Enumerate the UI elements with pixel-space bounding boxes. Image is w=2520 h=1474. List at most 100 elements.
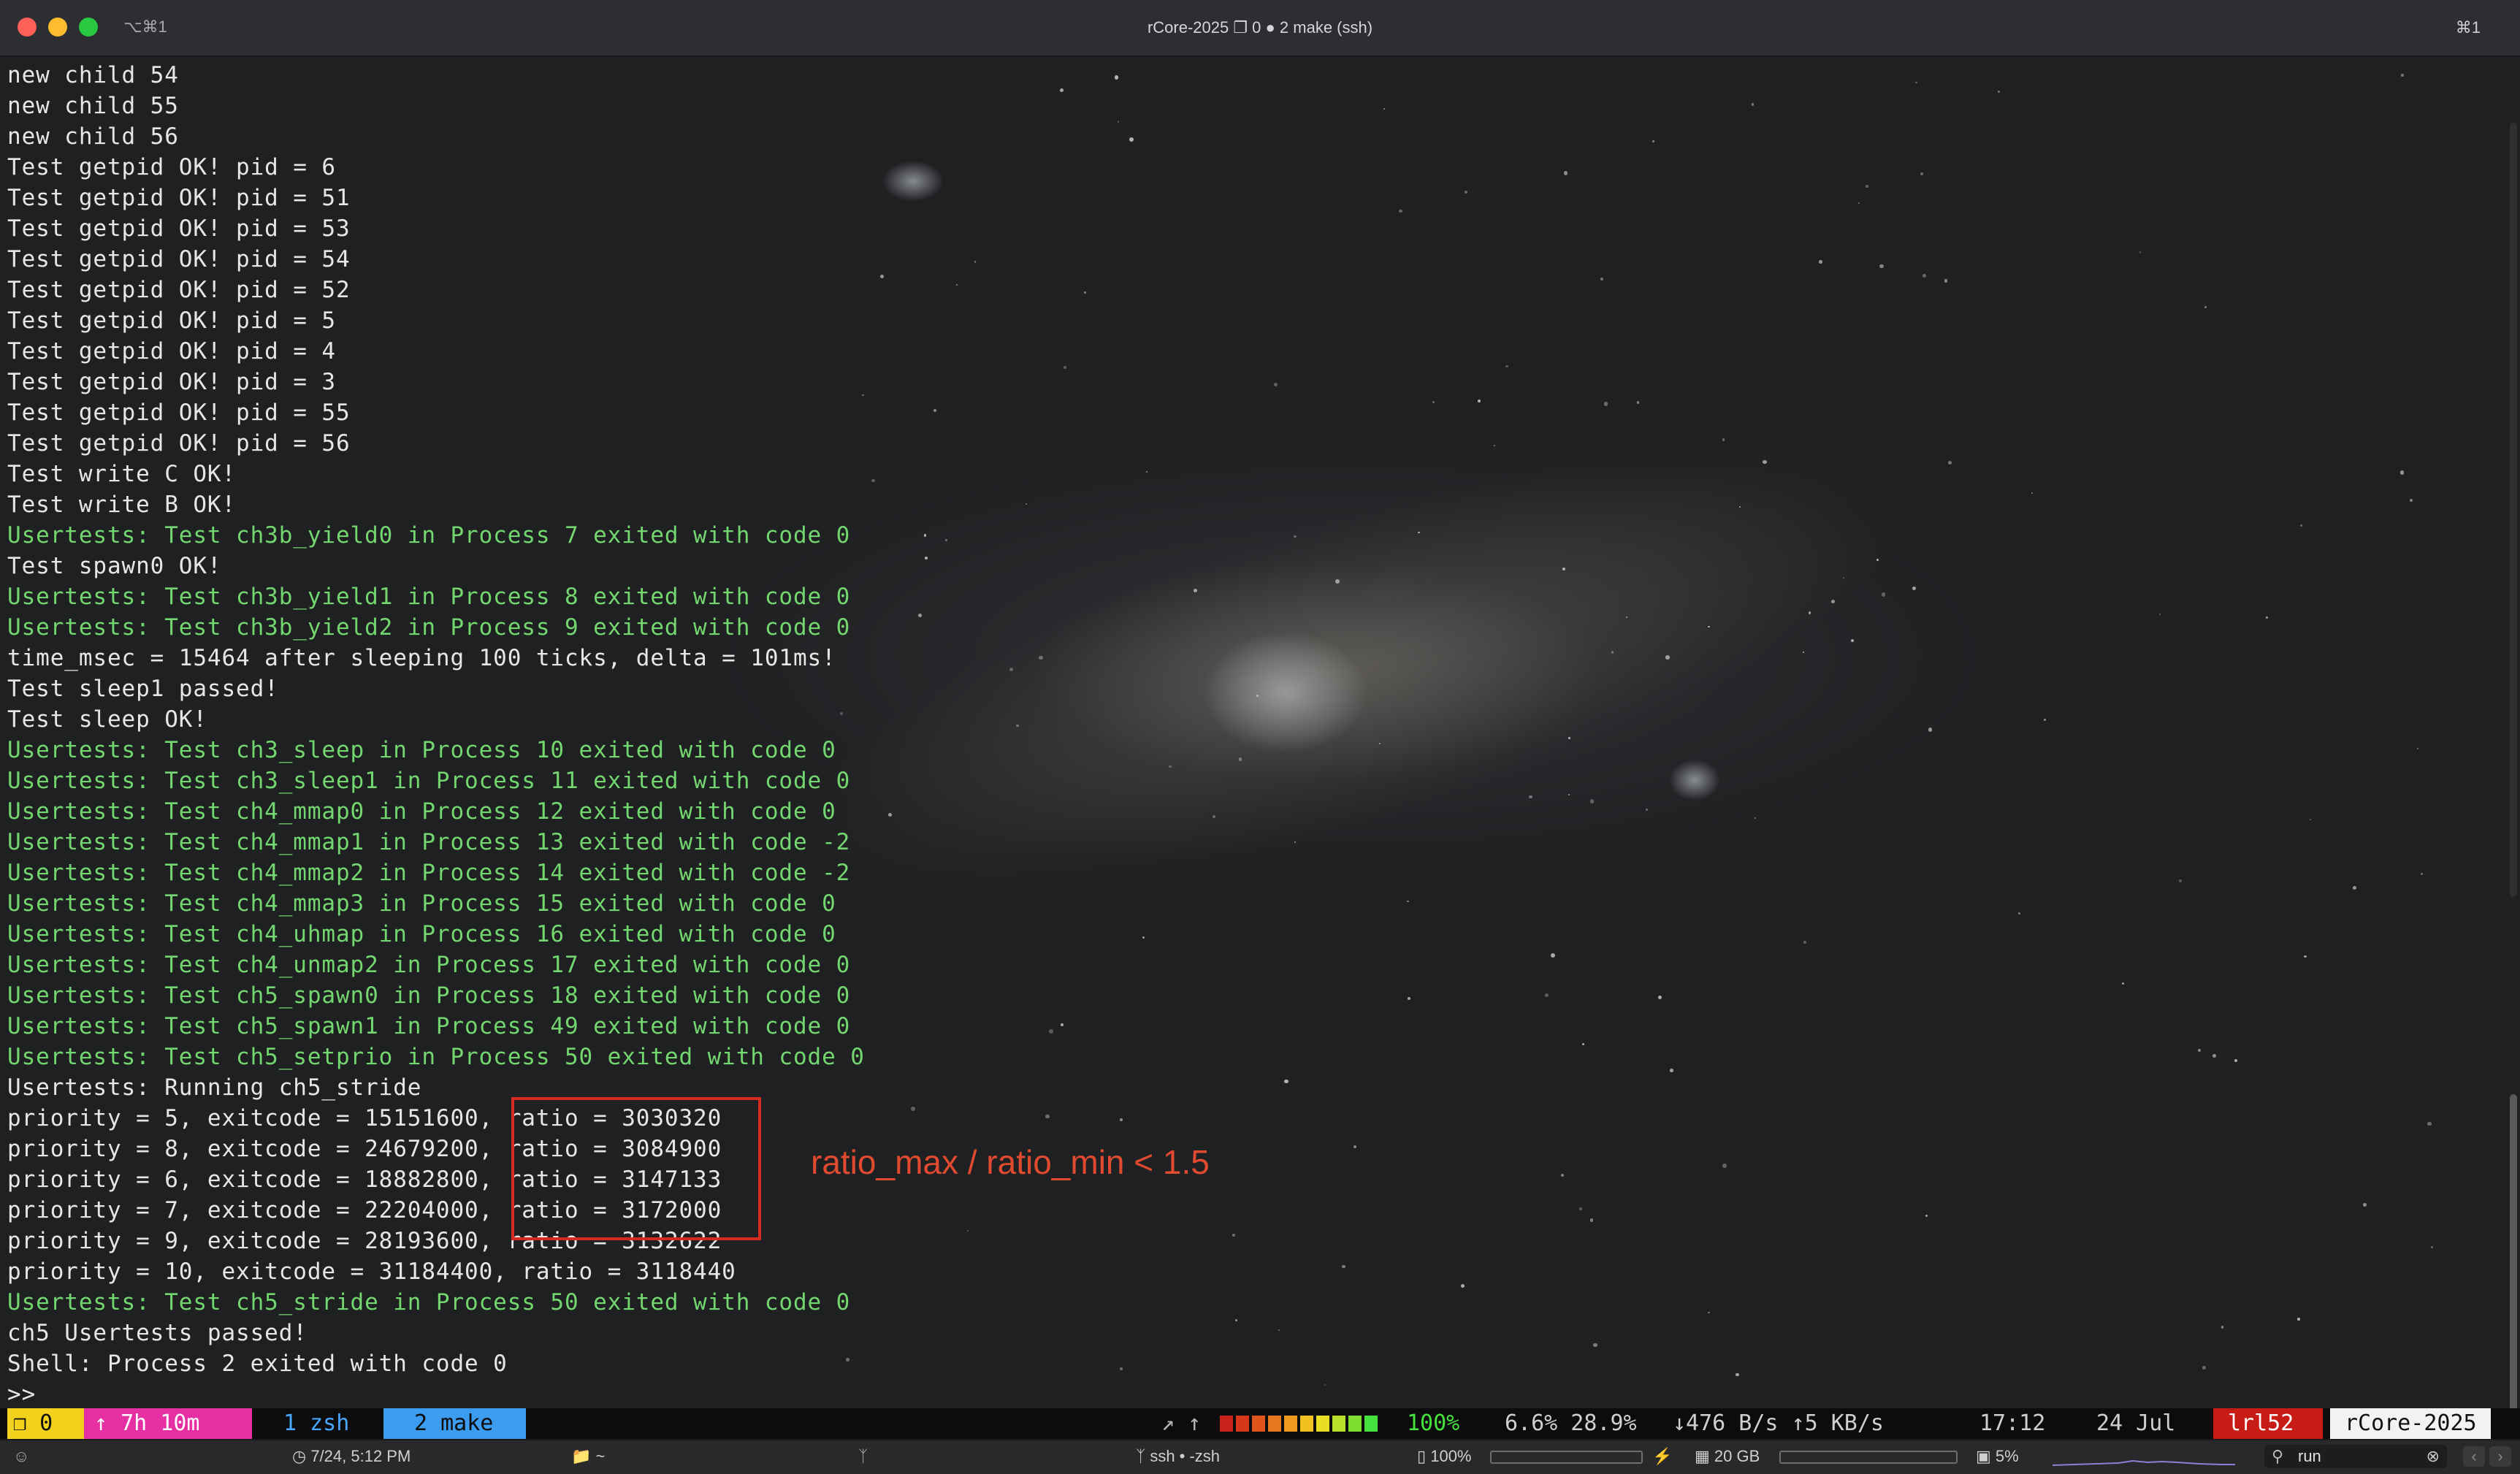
find-field[interactable]: ⚲ run ⊗ (2264, 1445, 2447, 1468)
terminal-line: Usertests: Test ch4_mmap2 in Process 14 … (7, 860, 851, 886)
clear-icon[interactable]: ⊗ (2427, 1445, 2440, 1468)
terminal-line: time_msec = 15464 after sleeping 100 tic… (7, 645, 836, 671)
terminal-line: Usertests: Test ch4_mmap1 in Process 13 … (7, 829, 851, 855)
star (1708, 625, 1710, 628)
star (1059, 88, 1064, 92)
tmux-session[interactable]: ❐ 0 (7, 1408, 84, 1439)
tmux-window-zsh[interactable]: 1 zsh (263, 1408, 373, 1439)
star (1881, 592, 1885, 597)
find-next-button[interactable]: › (2489, 1446, 2511, 1467)
star (1274, 383, 1278, 387)
status-bar: ☺ ◷ 7/24, 5:12 PM 📁 ~ ᛉ ᛉ ssh • -zsh ▯ 1… (0, 1439, 2520, 1474)
star (2197, 1048, 2201, 1052)
star (1505, 364, 1508, 368)
star (2018, 912, 2021, 914)
star (925, 557, 928, 560)
star (1736, 1372, 1739, 1377)
terminal-line: new child 55 (7, 93, 179, 119)
star (1858, 202, 1860, 205)
star (1478, 400, 1481, 402)
working-directory[interactable]: 📁 ~ (571, 1440, 605, 1473)
star (2043, 718, 2046, 721)
star (974, 260, 977, 263)
star (1551, 952, 1555, 958)
star (1169, 765, 1172, 768)
cpu-text: 5% (1995, 1447, 2019, 1465)
star (1751, 103, 1754, 106)
ratio-annotation: ratio_max / ratio_min < 1.5 (811, 1143, 1210, 1181)
person-icon[interactable]: ☺ (13, 1440, 29, 1473)
terminal-pane[interactable]: new child 54 new child 55 new child 56 Test… (0, 57, 2520, 1408)
star (1407, 996, 1411, 1000)
terminal-line: Usertests: Test ch4_mmap3 in Process 15 … (7, 890, 836, 917)
terminal-line: Usertests: Test ch5_stride in Process 50… (7, 1289, 851, 1315)
star (1142, 936, 1145, 939)
folder-text: ~ (595, 1447, 606, 1465)
memory-text: 20 GB (1714, 1447, 1760, 1465)
star (1038, 655, 1043, 660)
folder-icon: 📁 (571, 1447, 596, 1465)
scrollbar-thumb[interactable] (2510, 1094, 2517, 1408)
star (1923, 274, 1927, 278)
window-shortcut-label: ⌘1 (2455, 18, 2481, 37)
star (2299, 524, 2302, 527)
terminal-line: Test getpid OK! pid = 53 (7, 215, 351, 242)
terminal-line: Test getpid OK! pid = 52 (7, 277, 351, 303)
star (1851, 638, 1855, 642)
star (1239, 757, 1242, 761)
star (1708, 1311, 1710, 1313)
star (2221, 1326, 2224, 1329)
tmux-uptime: ↑ 7h 10m (84, 1408, 252, 1439)
window-title: rCore-2025 ❐ 0 ● 2 make (ssh) (1147, 18, 1373, 37)
terminal-line: Test sleep OK! (7, 706, 207, 733)
terminal-line: Usertests: Test ch5_setprio in Process 5… (7, 1044, 865, 1070)
star (1561, 1174, 1565, 1177)
battery-text: 100% (1430, 1447, 1472, 1465)
clock-icon: ◷ (292, 1447, 311, 1465)
star (1563, 170, 1568, 175)
star (1819, 260, 1822, 264)
search-input[interactable]: run (2298, 1445, 2321, 1468)
star (1342, 1264, 1345, 1269)
tmux-status-line: ❐ 0 ↑ 7h 10m 1 zsh 2 make ↗ ↑ 100% 6.6% … (0, 1408, 2520, 1439)
star (2304, 955, 2307, 958)
star (1915, 81, 1917, 83)
find-previous-button[interactable]: ‹ (2463, 1446, 2485, 1467)
title-bar: ⌥⌘1 rCore-2025 ❐ 0 ● 2 make (ssh) ⌘1 (0, 0, 2520, 57)
star (1802, 652, 1805, 654)
star (1763, 459, 1767, 464)
star (1568, 794, 1570, 796)
tmux-battery: 100% (1407, 1410, 1460, 1436)
star (2178, 879, 2182, 882)
star (1294, 535, 1297, 538)
star (966, 1229, 969, 1232)
star (1324, 1384, 1326, 1386)
star (2139, 251, 2142, 253)
terminal-line: Test getpid OK! pid = 56 (7, 430, 351, 457)
star (2401, 74, 2404, 77)
terminal-line: new child 56 (7, 123, 179, 150)
scrollbar-track[interactable] (2510, 123, 2517, 897)
tmux-window-make[interactable]: 2 make (383, 1408, 526, 1439)
terminal-line: Usertests: Test ch5_spawn0 in Process 18… (7, 982, 851, 1009)
star (911, 1107, 916, 1112)
star (2410, 498, 2413, 502)
star (1925, 1215, 1928, 1218)
terminal-line: Usertests: Test ch3_sleep1 in Process 11… (7, 768, 851, 794)
terminal-line: Usertests: Test ch4_mmap0 in Process 12 … (7, 798, 836, 825)
star (1119, 1118, 1123, 1122)
terminal-line: Shell: Process 2 exited with code 0 (7, 1351, 508, 1377)
star (1665, 655, 1670, 660)
star (1579, 1207, 1583, 1210)
star (1646, 809, 1648, 811)
star (1120, 1367, 1123, 1370)
star (2420, 872, 2424, 875)
star (1544, 993, 1549, 997)
terminal-line: Test getpid OK! pid = 4 (7, 338, 336, 364)
star (1529, 795, 1532, 799)
star (2363, 1202, 2367, 1207)
battery-bar (1490, 1451, 1643, 1464)
star (1016, 724, 1019, 728)
star (1493, 444, 1495, 446)
star (1920, 172, 1924, 175)
